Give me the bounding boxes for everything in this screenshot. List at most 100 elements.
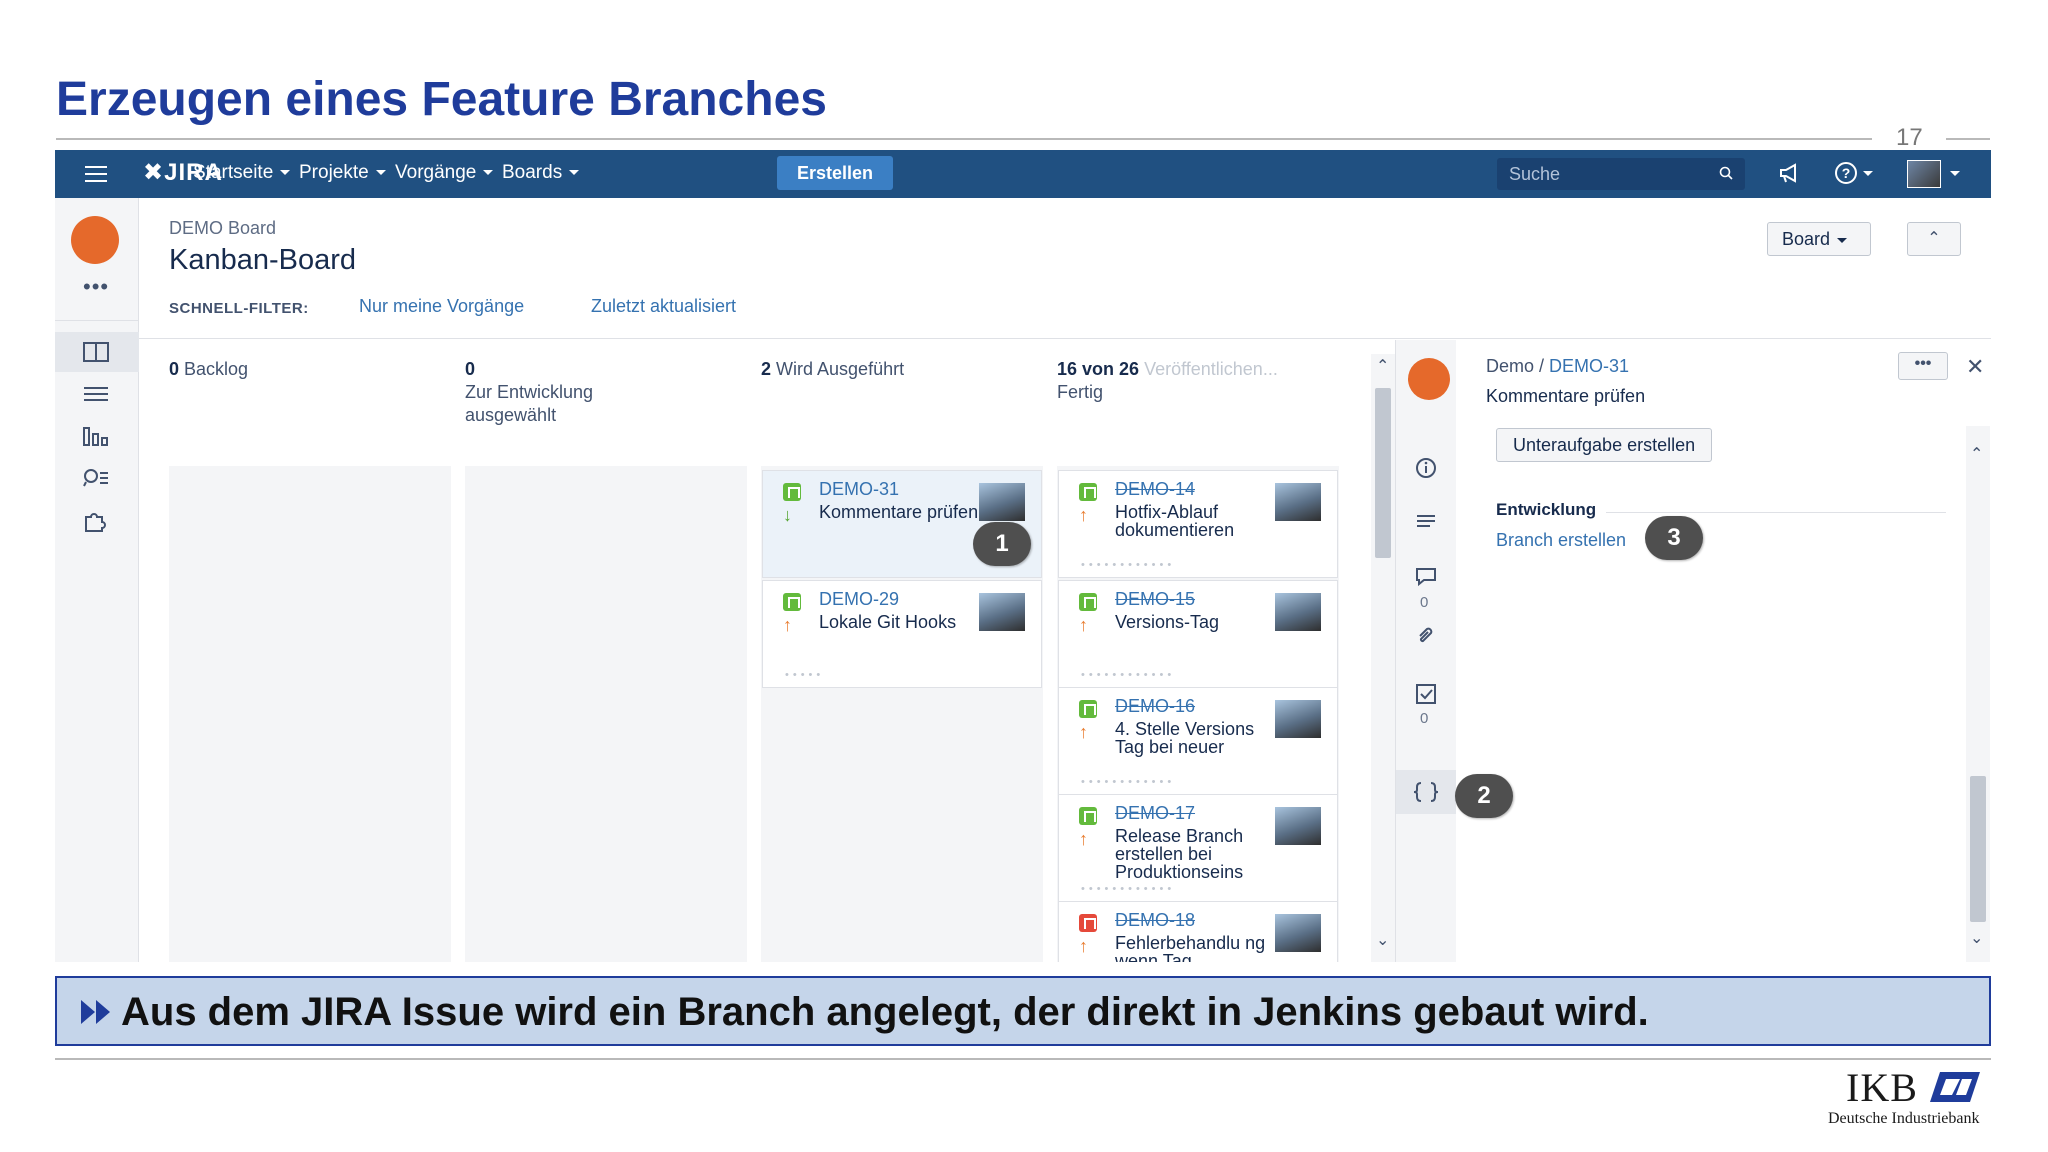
issue-card[interactable]: ↑ DEMO-18 Fehlerbehandlu ng wenn Tag: [1058, 901, 1338, 962]
issue-breadcrumb: Demo / DEMO-31: [1486, 356, 1630, 376]
column-header-done: 16 von 26 Veröffentlichen... Fertig: [1057, 358, 1278, 404]
scroll-up-icon[interactable]: ⌃: [1970, 444, 1983, 464]
close-icon[interactable]: ✕: [1966, 354, 1984, 380]
attachment-icon[interactable]: [1414, 624, 1438, 648]
scroll-up-icon[interactable]: ⌃: [1376, 356, 1389, 376]
nav-boards[interactable]: Boards: [502, 162, 580, 184]
page-number: 17: [1896, 124, 1923, 151]
nav-label: Projekte: [299, 162, 369, 183]
search-box[interactable]: [1497, 158, 1745, 190]
issue-key[interactable]: DEMO-14: [1115, 479, 1195, 500]
issue-summary: Versions-Tag: [1115, 612, 1220, 632]
detail-icon-rail: 0 0: [1396, 340, 1456, 962]
issue-card[interactable]: ↑ DEMO-17 Release Branch erstellen bei P…: [1058, 794, 1338, 902]
issue-key[interactable]: DEMO-17: [1115, 803, 1195, 824]
description-icon[interactable]: [1414, 510, 1438, 534]
column-name: Backlog: [184, 359, 249, 379]
progress-dots: •••••: [785, 669, 825, 681]
bug-type-icon: [1079, 914, 1097, 932]
board-menu-button[interactable]: Board: [1767, 222, 1871, 256]
create-button[interactable]: Erstellen: [777, 156, 893, 190]
board-scrollbar[interactable]: [1371, 354, 1395, 962]
nav-vorgaenge[interactable]: Vorgänge: [395, 162, 494, 184]
feedback-megaphone-icon[interactable]: [1777, 160, 1803, 186]
info-icon[interactable]: [1414, 456, 1438, 480]
story-type-icon: [1079, 483, 1097, 501]
create-subtask-button[interactable]: Unteraufgabe erstellen: [1496, 428, 1713, 462]
more-actions-button[interactable]: •••: [1898, 352, 1948, 380]
story-type-icon: [1079, 593, 1097, 611]
breadcrumb[interactable]: DEMO Board: [169, 218, 276, 239]
project-avatar[interactable]: [71, 216, 119, 264]
release-link[interactable]: Veröffentlichen...: [1144, 359, 1278, 379]
issue-key[interactable]: DEMO-15: [1115, 589, 1195, 610]
project-avatar: [1408, 358, 1450, 400]
menu-icon[interactable]: [85, 166, 107, 187]
column-header-selected: 0 Zur Entwicklung ausgewählt: [465, 358, 645, 427]
footer-rule: [55, 1058, 1991, 1060]
user-avatar[interactable]: [1907, 160, 1941, 188]
issue-card[interactable]: ↑ DEMO-16 4. Stelle Versions Tag bei neu…: [1058, 687, 1338, 795]
nav-startseite[interactable]: Startseite: [193, 162, 291, 184]
sidebar-item-issues[interactable]: [55, 458, 139, 498]
scroll-down-icon[interactable]: ⌄: [1376, 930, 1389, 950]
issue-key-link[interactable]: DEMO-31: [1549, 356, 1629, 376]
collapse-header-button[interactable]: ⌃: [1907, 222, 1961, 256]
title-rule-right: [1946, 138, 1990, 140]
issue-card[interactable]: ↑ DEMO-29 Lokale Git Hooks •••••: [762, 580, 1042, 688]
checklist-icon[interactable]: [1414, 682, 1438, 706]
issue-card[interactable]: ↑ DEMO-15 Versions-Tag ••••••••••••: [1058, 580, 1338, 688]
nav-projekte[interactable]: Projekte: [299, 162, 386, 184]
page-title: Kanban-Board: [169, 244, 357, 276]
quick-filter-my-issues[interactable]: Nur meine Vorgänge: [359, 296, 524, 317]
chevron-down-icon: [375, 170, 386, 176]
column-header-backlog: 0 Backlog: [169, 358, 248, 381]
story-type-icon: [783, 593, 801, 611]
chevron-down-icon[interactable]: [1949, 170, 1961, 178]
help-icon[interactable]: ?: [1833, 160, 1875, 186]
jira-screenshot: ✖JIRA Startseite Projekte Vorgänge Board…: [55, 150, 1991, 962]
backlog-icon: [84, 387, 108, 401]
puzzle-icon: [85, 513, 106, 532]
story-type-icon: [783, 483, 801, 501]
title-rule: [56, 138, 1872, 140]
priority-low-icon: ↓: [783, 505, 792, 525]
sidebar-item-addons[interactable]: [55, 500, 139, 540]
top-navigation-bar: ✖JIRA Startseite Projekte Vorgänge Board…: [55, 150, 1991, 198]
column-count: 0: [465, 359, 476, 379]
issue-key[interactable]: DEMO-16: [1115, 696, 1195, 717]
scrollbar-thumb[interactable]: [1970, 776, 1986, 922]
issue-key[interactable]: DEMO-18: [1115, 910, 1195, 931]
quick-filter-recently-updated[interactable]: Zuletzt aktualisiert: [591, 296, 736, 317]
story-type-icon: [1079, 807, 1097, 825]
sidebar-item-reports[interactable]: [55, 416, 139, 456]
nav-label: Vorgänge: [395, 162, 477, 183]
progress-dots: ••••••••••••: [1081, 559, 1176, 571]
step-marker-1: 1: [973, 522, 1031, 566]
column-count: 16 von 26: [1057, 359, 1140, 379]
quick-filter-label: SCHNELL-FILTER:: [169, 300, 309, 317]
scrollbar-thumb[interactable]: [1375, 388, 1391, 558]
create-branch-link[interactable]: Branch erstellen: [1496, 530, 1626, 551]
sidebar-item-backlog[interactable]: [55, 374, 139, 414]
development-tab[interactable]: [1396, 770, 1456, 814]
more-icon[interactable]: •••: [83, 274, 109, 300]
priority-high-icon: ↑: [1079, 936, 1088, 956]
issue-key[interactable]: DEMO-31: [819, 479, 899, 500]
jira-logo-glyph: ✖: [143, 159, 165, 186]
story-type-icon: [1079, 700, 1097, 718]
search-input[interactable]: [1509, 162, 1709, 186]
chevron-down-icon: [569, 170, 580, 176]
column-name: Zur Entwicklung ausgewählt: [465, 382, 594, 425]
issues-icon: [83, 469, 108, 487]
search-icon[interactable]: [1719, 166, 1733, 180]
issue-card[interactable]: ↑ DEMO-14 Hotfix-Ablauf dokumentieren ••…: [1058, 470, 1338, 578]
detail-scrollbar[interactable]: [1966, 426, 1990, 962]
scroll-down-icon[interactable]: ⌄: [1970, 928, 1983, 948]
progress-dots: ••••••••••••: [1081, 776, 1176, 788]
issue-key[interactable]: DEMO-29: [819, 589, 899, 610]
comment-icon[interactable]: [1414, 566, 1438, 588]
project-link[interactable]: Demo: [1486, 356, 1534, 376]
sidebar-item-board[interactable]: [55, 332, 139, 372]
svg-text:?: ?: [1842, 165, 1851, 181]
